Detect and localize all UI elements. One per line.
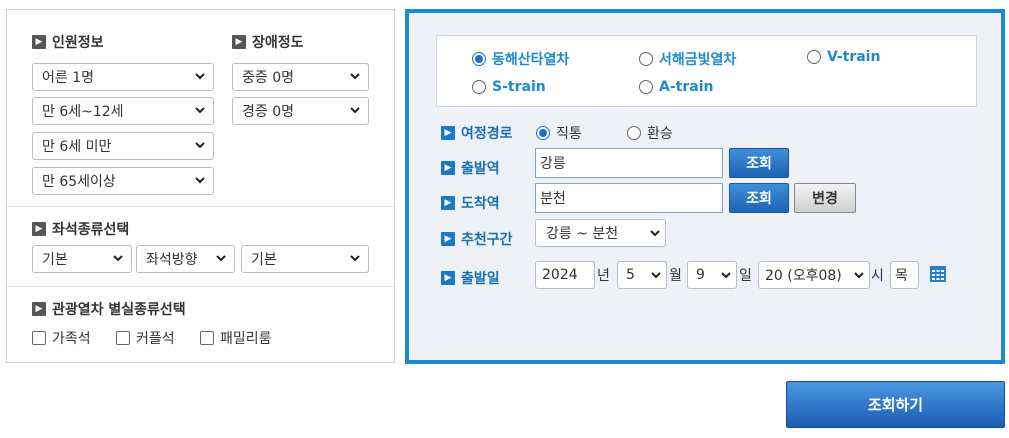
chevron-down-icon xyxy=(195,73,205,80)
seat-direction-select[interactable]: 좌석방향 xyxy=(136,245,235,273)
train-radio-atrain[interactable]: A-train xyxy=(639,79,713,95)
arrive-station-input[interactable]: 분천 xyxy=(535,183,723,213)
arrow-bullet-icon: ▶ xyxy=(441,196,455,210)
hour-unit: 시 xyxy=(871,268,884,284)
train-radio-seohae[interactable]: 서해금빛열차 xyxy=(639,49,736,69)
radio-circle[interactable] xyxy=(639,52,653,66)
hour-select[interactable]: 20 (오후08) xyxy=(758,261,870,289)
senior-select[interactable]: 만 65세이상 xyxy=(32,167,214,195)
route-direct-radio[interactable]: 직통 xyxy=(536,123,582,143)
arrow-bullet-icon: ▶ xyxy=(441,161,455,175)
depart-label: ▶ 출발역 xyxy=(441,158,500,178)
severe-disability-select[interactable]: 중증 0명 xyxy=(232,63,369,91)
chevron-down-icon xyxy=(350,73,360,80)
chevron-down-icon xyxy=(649,227,661,239)
day-unit: 일 xyxy=(739,268,752,284)
search-panel: 동해산타열차 서해금빛열차 V-train S-train A-train ▶ … xyxy=(405,9,1005,364)
recommend-route-select[interactable]: 강릉 ~ 분천 xyxy=(535,219,666,247)
arrow-bullet-icon: ▶ xyxy=(232,35,246,49)
depart-lookup-button[interactable]: 조회 xyxy=(729,148,789,178)
arrow-bullet-icon: ▶ xyxy=(441,232,455,246)
family-seat-checkbox[interactable]: 가족석 xyxy=(32,328,91,348)
swap-stations-button[interactable]: 변경 xyxy=(794,183,856,213)
weekday-field: 목 xyxy=(890,261,919,289)
arrow-bullet-icon: ▶ xyxy=(441,271,455,285)
train-radio-donghae[interactable]: 동해산타열차 xyxy=(472,49,569,69)
chevron-down-icon xyxy=(720,269,732,281)
chevron-down-icon xyxy=(195,107,205,114)
seat-section-title: ▶ 좌석종류선택 xyxy=(32,219,129,239)
train-radio-vtrain[interactable]: V-train xyxy=(807,49,880,65)
disability-section-title: ▶ 장애정도 xyxy=(232,32,304,52)
arrive-label: ▶ 도착역 xyxy=(441,193,500,213)
radio-circle[interactable] xyxy=(472,80,486,94)
arrow-bullet-icon: ▶ xyxy=(32,302,46,316)
chevron-down-icon xyxy=(350,255,360,262)
radio-circle[interactable] xyxy=(536,126,550,140)
chevron-down-icon xyxy=(650,269,662,281)
depart-station-input[interactable]: 강릉 xyxy=(535,148,723,178)
year-unit: 년 xyxy=(597,268,610,284)
search-submit-button[interactable]: 조회하기 xyxy=(786,381,1005,428)
chevron-down-icon xyxy=(216,255,226,262)
chevron-down-icon xyxy=(350,107,360,114)
radio-circle[interactable] xyxy=(627,126,641,140)
checkbox-box[interactable] xyxy=(200,331,214,345)
arrow-bullet-icon: ▶ xyxy=(32,222,46,236)
family-room-checkbox[interactable]: 패밀리룸 xyxy=(200,328,272,348)
calendar-icon[interactable] xyxy=(929,265,947,283)
route-transfer-radio[interactable]: 환승 xyxy=(627,123,673,143)
passenger-section-title: ▶ 인원정보 xyxy=(32,32,104,52)
route-label: ▶ 여정경로 xyxy=(441,123,513,143)
arrive-lookup-button[interactable]: 조회 xyxy=(729,183,789,213)
seat-type-select[interactable]: 기본 xyxy=(32,245,132,273)
train-type-box: 동해산타열차 서해금빛열차 V-train S-train A-train xyxy=(436,35,977,107)
radio-circle[interactable] xyxy=(472,52,486,66)
year-select[interactable]: 2024 xyxy=(535,261,595,289)
radio-circle[interactable] xyxy=(807,50,821,64)
divider xyxy=(7,286,394,287)
room-section-title: ▶ 관광열차 별실종류선택 xyxy=(32,299,186,319)
chevron-down-icon xyxy=(195,142,205,149)
mild-disability-select[interactable]: 경증 0명 xyxy=(232,97,369,125)
train-radio-strain[interactable]: S-train xyxy=(472,79,546,95)
date-label: ▶ 출발일 xyxy=(441,268,500,288)
day-select[interactable]: 9 xyxy=(687,261,737,289)
infant-select[interactable]: 만 6세 미만 xyxy=(32,132,214,160)
checkbox-box[interactable] xyxy=(116,331,130,345)
checkbox-box[interactable] xyxy=(32,331,46,345)
arrow-bullet-icon: ▶ xyxy=(441,126,455,140)
month-select[interactable]: 5 xyxy=(617,261,667,289)
month-unit: 월 xyxy=(669,268,682,284)
divider xyxy=(7,206,394,207)
adult-select[interactable]: 어른 1명 xyxy=(32,63,214,91)
arrow-bullet-icon: ▶ xyxy=(32,35,46,49)
passenger-panel: ▶ 인원정보 ▶ 장애정도 어른 1명 만 6세~12세 만 6세 미만 만 6… xyxy=(6,9,395,363)
child-select[interactable]: 만 6세~12세 xyxy=(32,97,214,125)
chevron-down-icon xyxy=(853,269,865,281)
recommend-label: ▶ 추천구간 xyxy=(441,229,513,249)
seat-position-select[interactable]: 기본 xyxy=(241,245,369,273)
chevron-down-icon xyxy=(195,177,205,184)
couple-seat-checkbox[interactable]: 커플석 xyxy=(116,328,175,348)
radio-circle[interactable] xyxy=(639,80,653,94)
chevron-down-icon xyxy=(113,255,123,262)
